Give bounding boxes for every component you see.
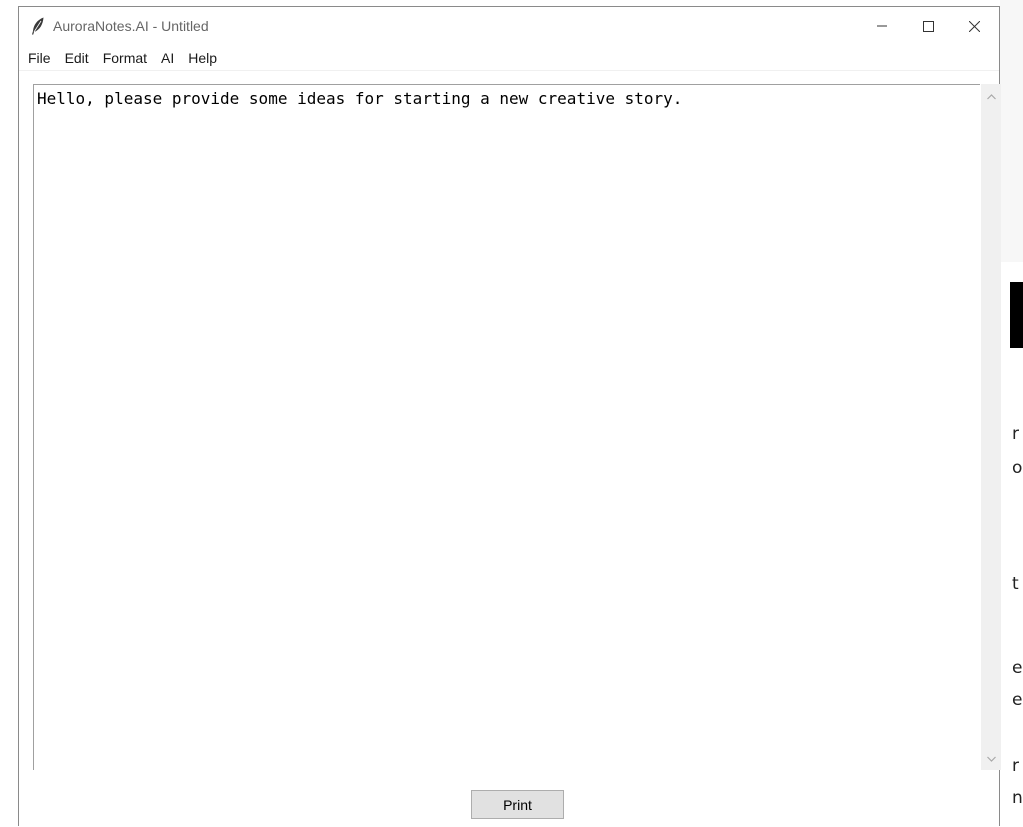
menu-bar: File Edit Format AI Help bbox=[19, 45, 999, 71]
minimize-icon bbox=[877, 21, 887, 31]
background-text-fragment: e bbox=[1012, 690, 1023, 710]
window-title: AuroraNotes.AI - Untitled bbox=[53, 18, 209, 34]
menu-edit[interactable]: Edit bbox=[65, 50, 89, 66]
background-text-fragment: e bbox=[1012, 658, 1023, 678]
close-icon bbox=[968, 20, 980, 32]
background-text-fragment: t bbox=[1012, 574, 1019, 594]
print-button[interactable]: Print bbox=[471, 790, 564, 819]
menu-format[interactable]: Format bbox=[103, 50, 147, 66]
vertical-scrollbar[interactable] bbox=[981, 84, 1001, 770]
background-text-fragment: r bbox=[1012, 424, 1019, 444]
maximize-button[interactable] bbox=[905, 7, 951, 45]
background-text-fragment: n bbox=[1012, 788, 1023, 808]
scroll-down-button[interactable] bbox=[981, 748, 1001, 768]
menu-divider bbox=[19, 70, 999, 71]
feather-icon bbox=[31, 17, 45, 35]
title-bar[interactable]: AuroraNotes.AI - Untitled bbox=[19, 7, 999, 45]
maximize-icon bbox=[922, 20, 934, 32]
background-text-fragment: r bbox=[1012, 756, 1019, 776]
background-text-fragment: o: bbox=[1012, 458, 1023, 478]
menu-file[interactable]: File bbox=[28, 50, 51, 66]
menu-help[interactable]: Help bbox=[188, 50, 217, 66]
chevron-down-icon bbox=[986, 749, 996, 767]
text-editor[interactable]: Hello, please provide some ideas for sta… bbox=[33, 84, 980, 770]
background-window-panel bbox=[1000, 0, 1023, 262]
editor-content[interactable]: Hello, please provide some ideas for sta… bbox=[37, 89, 967, 108]
app-window: AuroraNotes.AI - Untitled File Edit Form… bbox=[18, 6, 1001, 827]
minimize-button[interactable] bbox=[859, 7, 905, 45]
button-bar: Print bbox=[19, 770, 999, 827]
menu-ai[interactable]: AI bbox=[161, 50, 174, 66]
background-window: r o: t e e r n bbox=[1000, 0, 1023, 826]
background-window-highlight bbox=[1010, 282, 1023, 348]
scroll-up-button[interactable] bbox=[981, 86, 1001, 106]
chevron-up-icon bbox=[986, 87, 996, 105]
close-button[interactable] bbox=[951, 7, 997, 45]
